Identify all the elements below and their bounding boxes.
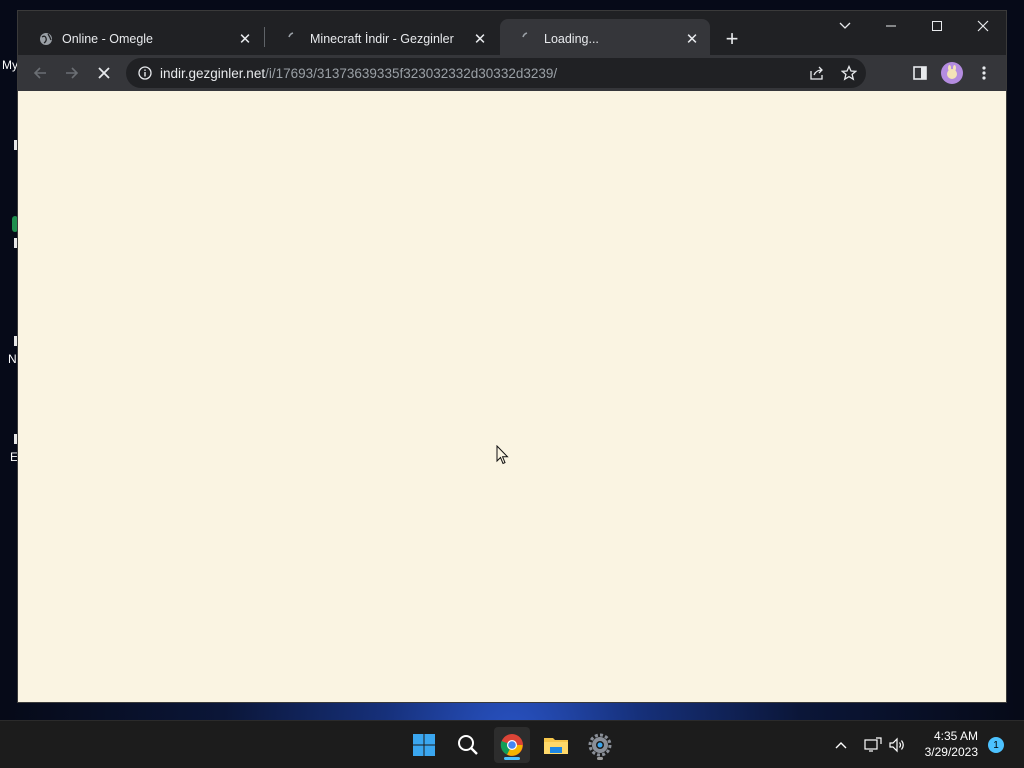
profile-avatar[interactable]: [938, 59, 966, 87]
close-tab-icon[interactable]: ✕: [470, 29, 490, 49]
url-host: indir.gezginler.net: [160, 65, 266, 81]
notification-badge[interactable]: 1: [988, 737, 1004, 753]
taskbar: 4:35 AM 3/29/2023 1: [0, 720, 1024, 768]
volume-icon[interactable]: [886, 733, 908, 757]
tab-separator: [264, 27, 265, 47]
file-explorer-icon[interactable]: [538, 727, 574, 763]
search-icon[interactable]: [450, 727, 486, 763]
loading-spinner-icon: [520, 31, 536, 47]
show-hidden-icons-icon[interactable]: [832, 733, 850, 757]
tab-omegle[interactable]: Online - Omegle ✕: [18, 19, 263, 59]
close-window-icon[interactable]: [960, 11, 1006, 41]
site-info-icon[interactable]: [130, 66, 160, 80]
clock[interactable]: 4:35 AM 3/29/2023: [925, 728, 978, 760]
browser-toolbar: indir.gezginler.net/i/17693/31373639335f…: [18, 55, 1006, 91]
close-tab-icon[interactable]: ✕: [682, 29, 702, 49]
chrome-icon[interactable]: [494, 727, 530, 763]
browser-window: Online - Omegle ✕ Minecraft İndir - Gezg…: [18, 11, 1006, 702]
close-tab-icon[interactable]: ✕: [235, 29, 255, 49]
new-tab-button[interactable]: +: [718, 25, 746, 53]
tab-search-icon[interactable]: [822, 11, 868, 41]
desktop-icon[interactable]: [14, 140, 17, 150]
tab-minecraft[interactable]: Minecraft İndir - Gezginler ✕: [266, 19, 498, 59]
url-text: indir.gezginler.net/i/17693/31373639335f…: [160, 66, 557, 81]
minimize-icon[interactable]: [868, 11, 914, 41]
tab-loading[interactable]: Loading... ✕: [500, 19, 710, 59]
page-content[interactable]: [18, 91, 1006, 702]
desktop-icon-label[interactable]: N: [8, 352, 17, 366]
running-indicator: [504, 757, 520, 760]
desktop-icon[interactable]: [14, 336, 17, 346]
more-menu-icon[interactable]: [970, 59, 998, 87]
desktop-icon-label[interactable]: My: [2, 58, 18, 72]
maximize-icon[interactable]: [914, 11, 960, 41]
share-icon[interactable]: [802, 58, 832, 88]
globe-icon: [38, 31, 54, 47]
back-icon[interactable]: [26, 59, 54, 87]
desktop-icon[interactable]: [14, 434, 17, 444]
tab-strip: Online - Omegle ✕ Minecraft İndir - Gezg…: [18, 11, 1006, 59]
network-icon[interactable]: [862, 733, 884, 757]
clock-time: 4:35 AM: [933, 729, 978, 743]
settings-icon[interactable]: [582, 727, 618, 763]
desktop-icon-label[interactable]: E: [10, 450, 18, 464]
windows-start-icon[interactable]: [406, 727, 442, 763]
desktop-icon[interactable]: [14, 238, 17, 248]
stop-loading-icon[interactable]: [90, 59, 118, 87]
forward-icon[interactable]: [58, 59, 86, 87]
mouse-cursor-icon: [496, 444, 510, 470]
tab-title: Minecraft İndir - Gezginler: [310, 32, 454, 46]
address-bar[interactable]: indir.gezginler.net/i/17693/31373639335f…: [126, 58, 866, 88]
loading-spinner-icon: [286, 31, 302, 47]
tab-title: Online - Omegle: [62, 32, 154, 46]
running-indicator: [597, 757, 603, 760]
side-panel-icon[interactable]: [906, 59, 934, 87]
bookmark-star-icon[interactable]: [834, 58, 864, 88]
tab-title: Loading...: [544, 32, 599, 46]
clock-date: 3/29/2023: [924, 745, 978, 759]
url-path: /i/17693/31373639335f323032332d30332d323…: [265, 65, 558, 81]
